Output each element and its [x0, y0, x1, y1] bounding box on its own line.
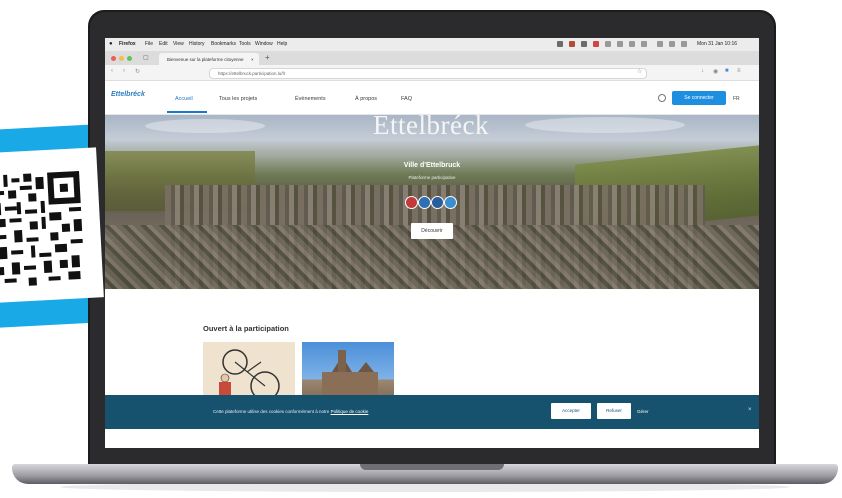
menubar-item-file[interactable]: File	[145, 41, 153, 47]
tray-icon[interactable]	[617, 41, 623, 47]
tab-title: Bienvenue sur la plateforme citoyenne	[167, 57, 244, 62]
menubar-item-view[interactable]: View	[173, 41, 184, 47]
menubar-item-bookmarks[interactable]: Bookmarks	[211, 41, 236, 47]
close-tab-icon[interactable]: ×	[251, 57, 254, 62]
maximize-window-icon[interactable]	[127, 56, 132, 61]
apple-icon[interactable]: ●	[109, 41, 113, 47]
control-center-icon[interactable]	[681, 41, 687, 47]
hero-banner: Ettelbréck Ville d'Ettelbruck Plateforme…	[105, 115, 759, 289]
extension-icon[interactable]: ■	[725, 68, 729, 74]
laptop-notch	[360, 464, 504, 470]
search-icon[interactable]	[669, 41, 675, 47]
menubar-item-edit[interactable]: Edit	[159, 41, 168, 47]
menubar-item-history[interactable]: History	[189, 41, 205, 47]
nav-faq[interactable]: FAQ	[401, 96, 412, 102]
tab-list-icon[interactable]: ▢	[143, 54, 149, 61]
hero-subtitle: Ville d'Ettelbruck	[403, 162, 461, 169]
menubar-item-tools[interactable]: Tools	[239, 41, 251, 47]
back-icon[interactable]: ‹	[111, 68, 113, 74]
browser-tab-bar: ▢ Bienvenue sur la plateforme citoyenne …	[105, 51, 759, 65]
tray-icon[interactable]	[569, 41, 575, 47]
battery-icon[interactable]	[641, 41, 647, 47]
nav-tous-les-projets[interactable]: Tous les projets	[219, 96, 257, 102]
partner-badge-icon	[405, 196, 418, 209]
address-bar[interactable]: https://ettelbruck.participation.lu/fr	[209, 68, 647, 79]
discover-button[interactable]: Découvrir	[411, 223, 453, 239]
reload-icon[interactable]: ↻	[135, 68, 140, 75]
active-nav-indicator	[167, 111, 207, 113]
close-window-icon[interactable]	[111, 56, 116, 61]
search-icon[interactable]	[658, 94, 666, 102]
cloud	[145, 119, 265, 133]
browser-tab-active[interactable]: Bienvenue sur la plateforme citoyenne ×	[159, 53, 259, 65]
partner-badge-icon	[431, 196, 444, 209]
close-icon[interactable]: ×	[748, 407, 752, 413]
wifi-icon[interactable]	[657, 41, 663, 47]
site-header: Ettelbréck Accueil Tous les projets Évèn…	[105, 81, 759, 115]
tray-icon[interactable]	[605, 41, 611, 47]
cookie-banner: Cette plateforme utilise des cookies con…	[105, 395, 759, 429]
cookie-policy-link[interactable]: Politique de cookie	[331, 409, 369, 414]
menubar-item-help[interactable]: Help	[277, 41, 287, 47]
refuse-cookies-button[interactable]: Refuser	[597, 403, 631, 419]
tray-icon[interactable]	[557, 41, 563, 47]
partner-badge-icon	[444, 196, 457, 209]
bookmark-star-icon[interactable]: ☆	[637, 68, 642, 75]
laptop-screen: ● Firefox File Edit View History Bookmar…	[105, 38, 759, 448]
downloads-icon[interactable]: ↓	[701, 68, 704, 74]
section-title: Ouvert à la participation	[203, 324, 289, 333]
connect-button[interactable]: Se connecter	[672, 91, 726, 105]
nav-a-propos[interactable]: À propos	[355, 96, 377, 102]
cookie-message: Cette plateforme utilise des cookies con…	[213, 409, 368, 414]
partner-badges	[405, 196, 465, 209]
mac-menubar: ● Firefox File Edit View History Bookmar…	[105, 38, 759, 51]
tray-icon[interactable]	[593, 41, 599, 47]
cloud	[525, 117, 685, 133]
nav-accueil[interactable]: Accueil	[175, 96, 193, 102]
new-tab-icon[interactable]: +	[265, 53, 270, 62]
site-logo[interactable]: Ettelbréck	[111, 91, 145, 98]
menubar-app-name[interactable]: Firefox	[119, 41, 136, 47]
qr-code-icon	[0, 166, 94, 292]
language-selector[interactable]: FR	[733, 96, 740, 102]
tray-icon[interactable]	[629, 41, 635, 47]
browser-toolbar: ‹ › ↻ https://ettelbruck.participation.l…	[105, 65, 759, 81]
menubar-item-window[interactable]: Window	[255, 41, 273, 47]
url-text: https://ettelbruck.participation.lu/fr	[218, 71, 286, 76]
hero-title: Ettelbréck	[373, 115, 489, 140]
forward-icon[interactable]: ›	[123, 68, 125, 74]
hero-tagline: Plateforme participative	[408, 175, 456, 180]
tray-icon[interactable]	[581, 41, 587, 47]
minimize-window-icon[interactable]	[119, 56, 124, 61]
accept-cookies-button[interactable]: Accepter	[551, 403, 591, 419]
nav-evenements[interactable]: Évènements	[295, 96, 326, 102]
manage-cookies-link[interactable]: Gérer	[637, 409, 649, 414]
menu-icon[interactable]: ≡	[737, 68, 741, 74]
cookie-text: Cette plateforme utilise des cookies con…	[213, 409, 330, 414]
partner-badge-icon	[418, 196, 431, 209]
account-icon[interactable]: ◉	[713, 68, 718, 75]
menubar-clock[interactable]: Mon 31 Jan 10:16	[697, 41, 737, 47]
